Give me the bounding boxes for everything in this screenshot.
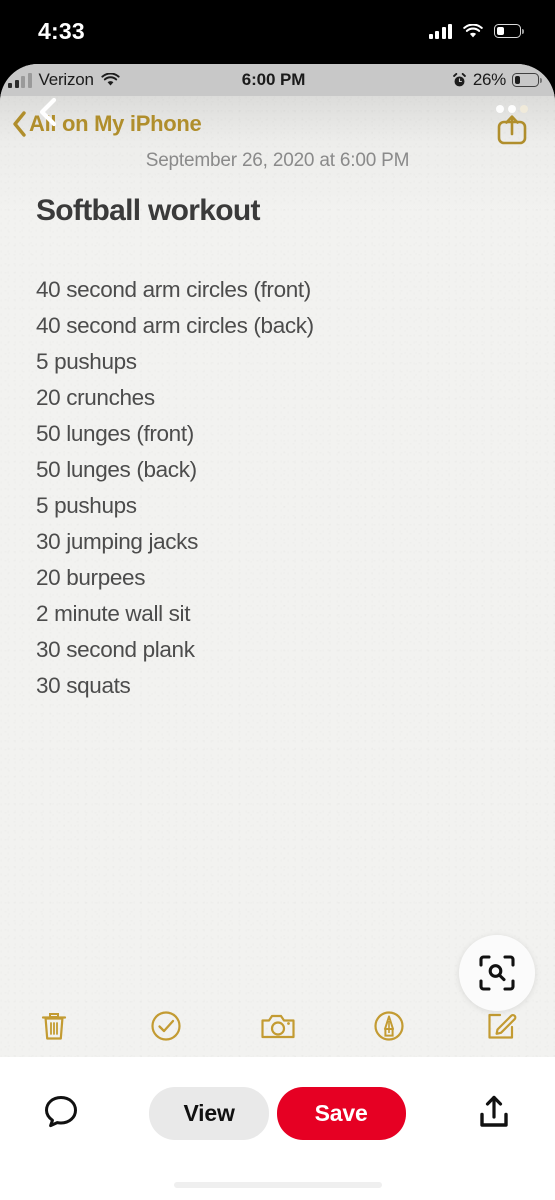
view-button[interactable]: View xyxy=(149,1087,269,1140)
comment-bubble-icon xyxy=(45,1096,77,1128)
visual-lookup-button[interactable] xyxy=(459,935,535,1011)
note-line: 30 squats xyxy=(36,673,131,698)
comment-button[interactable] xyxy=(36,1087,86,1137)
ios-clock: 6:00 PM xyxy=(241,70,306,89)
note-line: 40 second arm circles (back) xyxy=(36,313,314,338)
ios-status-right: 26% xyxy=(305,70,542,90)
note-toolbar xyxy=(0,995,555,1057)
device-status-icons xyxy=(428,23,524,39)
carrier-label: Verizon xyxy=(38,70,95,89)
shared-note-screenshot: Verizon 6:00 PM 26% All on My iPhone Sep… xyxy=(0,64,555,1057)
screen: 4:33 Verizon 6:00 PM 26% All on My iPhon… xyxy=(0,0,555,1200)
ellipsis-dots-icon xyxy=(496,105,528,113)
compose-icon xyxy=(488,1013,517,1039)
note-line: 20 burpees xyxy=(36,565,146,590)
wifi-icon xyxy=(463,23,483,37)
note-line: 2 minute wall sit xyxy=(36,601,191,626)
check-circle-icon xyxy=(151,1011,181,1041)
cellular-signal-icon xyxy=(428,23,452,39)
device-clock: 4:33 xyxy=(38,17,85,44)
camera-button[interactable] xyxy=(254,1002,302,1050)
wifi-icon xyxy=(101,73,120,86)
note-line: 40 second arm circles (front) xyxy=(36,277,311,302)
ios-status-bar: Verizon 6:00 PM 26% xyxy=(0,64,555,96)
share-icon xyxy=(497,115,527,145)
markup-pen-icon xyxy=(374,1011,404,1041)
note-line: 5 pushups xyxy=(36,349,137,374)
note-line: 50 lunges (front) xyxy=(36,421,194,446)
back-label: All on My iPhone xyxy=(29,111,202,136)
home-indicator xyxy=(173,1182,382,1188)
device-status-bar: 4:33 xyxy=(0,0,555,62)
checklist-button[interactable] xyxy=(142,1002,190,1050)
note-line: 5 pushups xyxy=(36,493,137,518)
save-button[interactable]: Save xyxy=(276,1087,406,1140)
chevron-left-icon xyxy=(13,111,26,137)
delete-button[interactable] xyxy=(30,1002,78,1050)
markup-button[interactable] xyxy=(365,1002,413,1050)
trash-icon xyxy=(41,1013,67,1040)
note-line: 50 lunges (back) xyxy=(36,457,197,482)
share-button-pinterest[interactable] xyxy=(469,1087,519,1137)
ios-status-left: Verizon xyxy=(8,70,242,90)
battery-percent: 26% xyxy=(472,70,506,89)
battery-icon xyxy=(494,24,524,38)
visual-lookup-scan-icon xyxy=(479,955,515,991)
note-line: 20 crunches xyxy=(36,385,155,410)
pinterest-pills: View Save xyxy=(149,1087,406,1140)
note-line: 30 second plank xyxy=(36,637,195,662)
camera-icon xyxy=(260,1014,295,1039)
share-button[interactable] xyxy=(491,103,533,145)
share-upload-icon xyxy=(480,1095,508,1127)
battery-icon xyxy=(512,73,542,87)
note-page: All on My iPhone September 26, 2020 at 6… xyxy=(0,96,555,1057)
note-line: 30 jumping jacks xyxy=(36,529,198,554)
note-date: September 26, 2020 at 6:00 PM xyxy=(145,150,410,171)
note-navbar: All on My iPhone xyxy=(0,96,555,152)
alarm-clock-icon xyxy=(453,72,466,86)
pinterest-action-bar: View Save xyxy=(0,1057,555,1200)
back-button[interactable]: All on My iPhone xyxy=(12,111,202,137)
note-body[interactable]: 40 second arm circles (front) 40 second a… xyxy=(36,272,555,704)
note-title: Softball workout xyxy=(36,194,260,227)
cellular-signal-icon xyxy=(8,72,32,88)
